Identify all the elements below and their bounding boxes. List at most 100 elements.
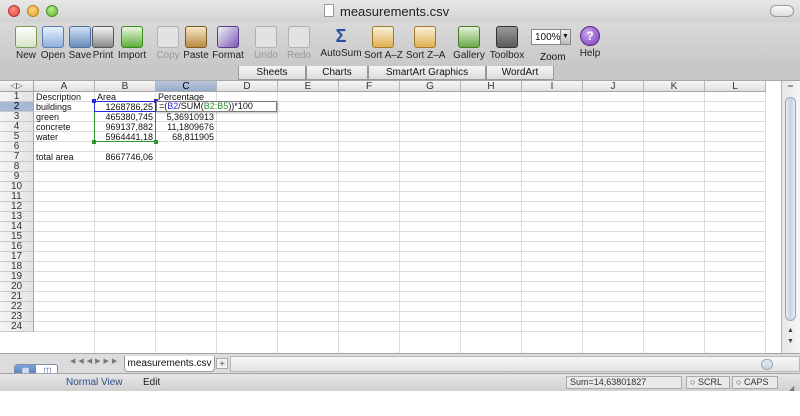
column-header-c[interactable]: C [156,81,217,92]
undo-label: Undo [254,50,278,61]
cell-a7[interactable]: total area [36,152,74,162]
cell-b2[interactable]: 1268786,25 [95,102,153,112]
column-header-g[interactable]: G [400,81,461,92]
sheet-tab[interactable]: measurements.csv [124,356,215,372]
spreadsheet-grid[interactable]: ◁▷ A B C D E F G H I J K L 1 2 3 4 5 6 7 8 9 10 11 12 13 14 15 16 17… [0,81,781,353]
status-sum: Sum=14,63801827 [566,376,682,389]
ribbon-tab-sheets[interactable]: Sheets [238,66,306,80]
column-header-i[interactable]: I [522,81,583,92]
cell-a4[interactable]: concrete [36,122,71,132]
in-cell-formula-editor[interactable]: =(B2/SUM(B2:B5))*100 [156,101,277,112]
column-header-k[interactable]: K [644,81,705,92]
cell-b4[interactable]: 969137,882 [95,122,153,132]
zoom-window-button[interactable] [46,5,58,17]
status-view: Normal View [66,377,123,388]
column-header-h[interactable]: H [461,81,522,92]
sort-ascending-button[interactable]: Sort A–Z [364,24,403,61]
import-icon [121,26,143,48]
cell-b5[interactable]: 5964441,18 [95,132,153,142]
split-handle-icon[interactable]: ═ [785,83,796,93]
column-header-e[interactable]: E [278,81,339,92]
sort-descending-icon [414,26,436,48]
horizontal-scroll-thumb[interactable] [761,359,773,370]
copy-icon [157,26,179,48]
gridline-column [216,92,217,353]
open-folder-icon [42,26,64,48]
cell-c3[interactable]: 5,36910913 [156,112,214,122]
gridline-row [34,191,766,192]
gridline-row [34,281,766,282]
status-caps: ○ CAPS [732,376,778,389]
vertical-scroll-thumb[interactable] [785,97,796,321]
zoom-label: Zoom [540,52,566,63]
format-label: Format [212,50,244,61]
vertical-scrollbar[interactable]: ═ ▲ ▼ [781,81,800,353]
redo-icon [288,26,310,48]
add-sheet-button[interactable]: + [216,358,228,370]
help-label: Help [579,48,601,59]
sheet-nav-arrows[interactable]: ◀◀◀▶▶▶ [70,357,120,369]
paste-button[interactable]: Paste [182,24,210,61]
ribbon-tab-smartart[interactable]: SmartArt Graphics [368,66,486,80]
scroll-down-arrow-icon[interactable]: ▼ [785,338,796,348]
cell-c5[interactable]: 68,811905 [156,132,214,142]
gridline-row [34,171,766,172]
gridline-row [34,251,766,252]
formula-ref-b2: B2 [167,101,179,111]
cell-a2[interactable]: buildings [36,102,72,112]
open-button[interactable]: Open [40,24,66,61]
cell-a3[interactable]: green [36,112,59,122]
window-title: measurements.csv [340,4,450,19]
cell-a5[interactable]: water [36,132,58,142]
format-button[interactable]: Format [211,24,245,61]
new-button[interactable]: New [13,24,39,61]
ribbon-tab-charts[interactable]: Charts [306,66,368,80]
help-icon: ? [580,26,600,46]
cell-a1[interactable]: Description [36,92,81,102]
toolbox-button[interactable]: Toolbox [488,24,526,61]
sort-descending-button[interactable]: Sort Z–A [406,24,445,61]
save-button[interactable]: Save [67,24,93,61]
gallery-label: Gallery [453,50,485,61]
horizontal-scrollbar[interactable] [230,356,800,372]
column-header-l[interactable]: L [705,81,766,92]
undo-button[interactable]: Undo [251,24,281,61]
gridline-row [34,241,766,242]
zoom-dropdown-arrow[interactable]: ▼ [560,29,571,45]
toolbar-toggle-button[interactable] [770,5,794,17]
gallery-button[interactable]: Gallery [452,24,486,61]
status-scrl: ○ SCRL [686,376,730,389]
formula-ref-b2-b5: B2:B5 [203,101,229,111]
gridline-row [34,291,766,292]
scroll-up-arrow-icon[interactable]: ▲ [785,327,796,337]
column-header-a[interactable]: A [34,81,95,92]
sigma-icon: Σ [335,26,347,46]
copy-button[interactable]: Copy [155,24,181,61]
scroll-lock-indicator-icon: ○ [690,377,696,387]
ribbon-tab-wordart[interactable]: WordArt [486,66,554,80]
print-button[interactable]: Print [92,24,114,61]
import-button[interactable]: Import [117,24,147,61]
column-header-b[interactable]: B [95,81,156,92]
desktop-background [0,391,800,416]
cell-b1[interactable]: Area [97,92,116,102]
help-button[interactable]: ? Help [579,24,601,59]
cell-b3[interactable]: 465380,745 [95,112,153,122]
gridline-column [521,92,522,353]
save-icon [69,26,91,48]
column-header-f[interactable]: F [339,81,400,92]
gridline-column [704,92,705,353]
row-header-24[interactable]: 24 [0,322,34,332]
close-window-button[interactable] [8,5,20,17]
minimize-window-button[interactable] [27,5,39,17]
status-caps-label: CAPS [743,377,769,387]
cell-c4[interactable]: 11,1809676 [156,122,214,132]
column-header-j[interactable]: J [583,81,644,92]
redo-button[interactable]: Redo [284,24,314,61]
column-header-d[interactable]: D [217,81,278,92]
autosum-button[interactable]: Σ AutoSum [318,24,364,59]
gridline-row [34,231,766,232]
cell-b7[interactable]: 8667746,06 [95,152,153,162]
undo-icon [255,26,277,48]
ribbon-tab-strip: Sheets Charts SmartArt Graphics WordArt [0,66,800,81]
